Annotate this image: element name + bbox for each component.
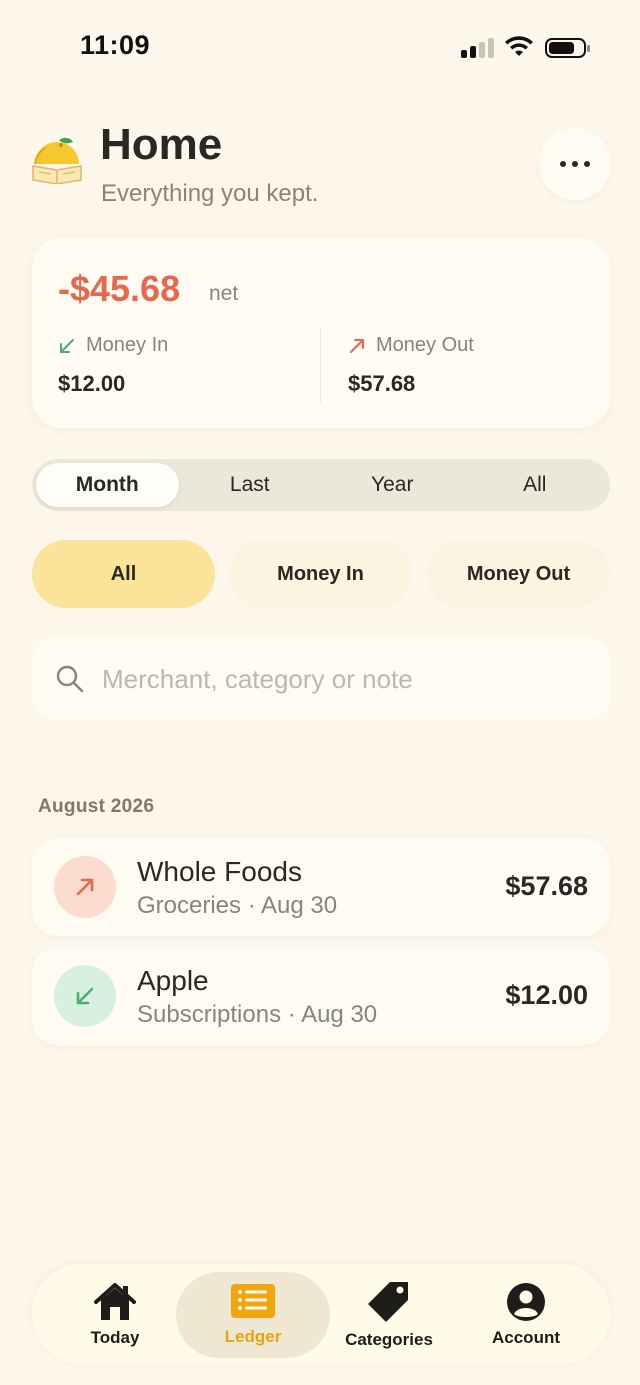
divider bbox=[320, 328, 321, 402]
person-icon bbox=[507, 1283, 545, 1321]
arrow-up-right-icon bbox=[350, 338, 364, 353]
money-out-amount: $57.68 bbox=[348, 371, 416, 396]
transaction-amount: $57.68 bbox=[505, 871, 588, 901]
money-out-summary: Money Out $57.68 bbox=[348, 334, 474, 397]
nav-item-categories[interactable]: Categories bbox=[312, 1272, 466, 1358]
search-input[interactable] bbox=[102, 663, 562, 695]
incoming-arrow-icon bbox=[54, 965, 116, 1027]
money-in-summary: Money In $12.00 bbox=[58, 334, 168, 397]
money-in-amount: $12.00 bbox=[58, 371, 126, 396]
outgoing-arrow-icon bbox=[54, 856, 116, 918]
house-icon bbox=[94, 1283, 136, 1320]
transaction-row[interactable]: Apple Subscriptions · Aug 30 $12.00 bbox=[32, 947, 610, 1045]
money-in-label: Money In bbox=[86, 334, 169, 356]
app-logo-icon bbox=[32, 137, 82, 184]
period-segmented-control: Month Last Year All bbox=[32, 459, 610, 511]
filter-chip-money-in[interactable]: Money In bbox=[229, 540, 412, 608]
search-icon bbox=[56, 665, 84, 693]
period-tab-year[interactable]: Year bbox=[321, 463, 464, 507]
more-options-button[interactable] bbox=[539, 128, 611, 200]
transaction-row[interactable]: Whole Foods Groceries · Aug 30 $57.68 bbox=[32, 838, 610, 936]
page-title: Home bbox=[100, 120, 223, 169]
nav-item-account[interactable]: Account bbox=[449, 1272, 603, 1358]
transaction-merchant: Apple bbox=[137, 965, 209, 996]
nav-label-account: Account bbox=[492, 1328, 560, 1347]
net-amount: -$45.68 bbox=[58, 268, 181, 309]
money-out-label: Money Out bbox=[376, 334, 474, 356]
arrow-down-left-icon bbox=[60, 338, 74, 353]
bottom-nav: Today Ledger Categories Account bbox=[32, 1264, 610, 1364]
ledger-icon bbox=[231, 1284, 275, 1318]
nav-label-categories: Categories bbox=[345, 1330, 433, 1349]
transaction-amount: $12.00 bbox=[505, 980, 588, 1010]
filter-chip-all[interactable]: All bbox=[32, 540, 215, 608]
battery-icon bbox=[545, 38, 590, 58]
transaction-meta: Groceries · Aug 30 bbox=[137, 892, 338, 919]
period-tab-last[interactable]: Last bbox=[179, 463, 322, 507]
nav-item-today[interactable]: Today bbox=[38, 1272, 192, 1358]
status-time: 11:09 bbox=[80, 30, 151, 60]
transaction-meta: Subscriptions · Aug 30 bbox=[137, 1001, 378, 1028]
filter-chip-money-out[interactable]: Money Out bbox=[427, 540, 610, 608]
section-header: August 2026 bbox=[38, 796, 155, 817]
period-tab-all[interactable]: All bbox=[464, 463, 607, 507]
search-box[interactable] bbox=[32, 638, 610, 720]
cellular-signal-icon bbox=[461, 38, 495, 58]
nav-label-today: Today bbox=[90, 1328, 140, 1347]
wifi-icon bbox=[505, 36, 533, 56]
nav-label-ledger: Ledger bbox=[224, 1327, 282, 1346]
ellipsis-icon bbox=[560, 161, 566, 167]
page-subtitle: Everything you kept. bbox=[101, 180, 319, 207]
status-bar: 11:09 bbox=[0, 0, 640, 96]
transaction-merchant: Whole Foods bbox=[137, 856, 302, 887]
summary-card: -$45.68 net Money In $12.00 Money Out $5… bbox=[32, 238, 610, 428]
net-label: net bbox=[209, 282, 239, 305]
period-tab-month[interactable]: Month bbox=[36, 463, 179, 507]
tag-icon bbox=[368, 1282, 408, 1322]
nav-item-ledger[interactable]: Ledger bbox=[176, 1272, 330, 1358]
